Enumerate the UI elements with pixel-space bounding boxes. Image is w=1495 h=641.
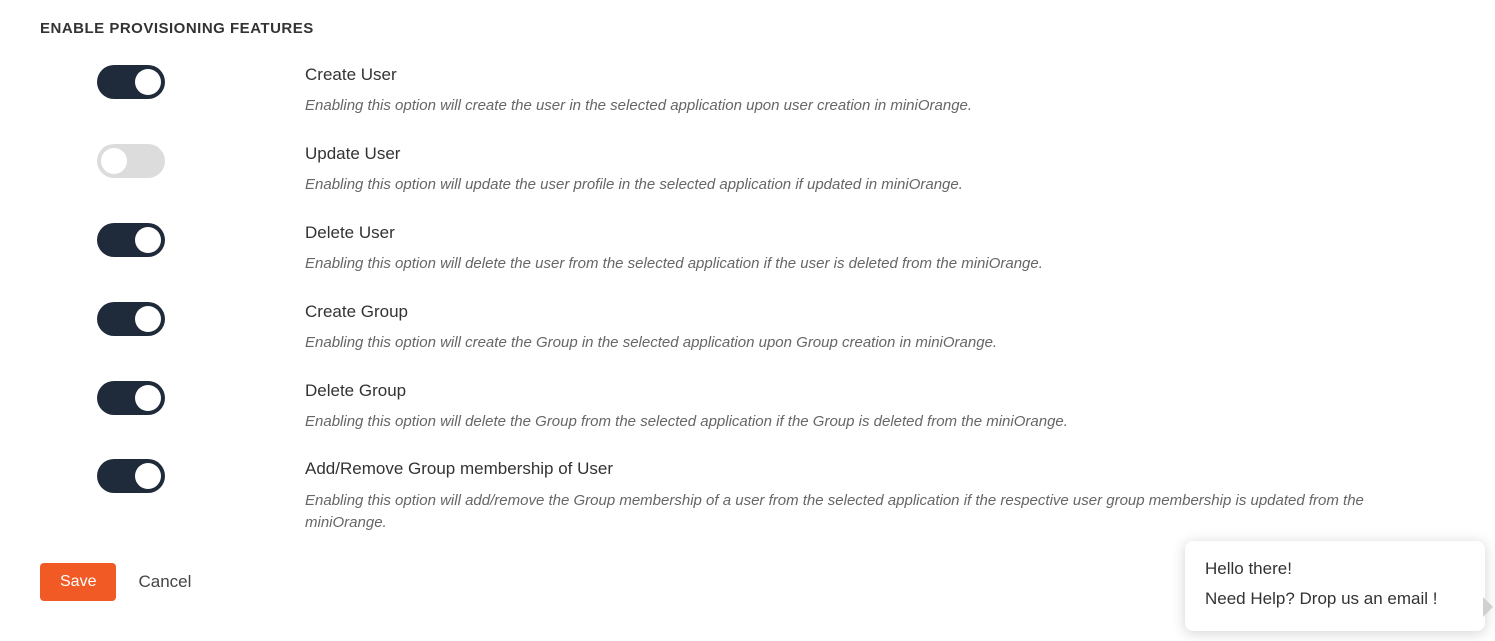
feature-description: Enabling this option will add/remove the… [305, 490, 1415, 535]
feature-row-create-user: Create User Enabling this option will cr… [40, 65, 1455, 118]
feature-description: Enabling this option will update the use… [305, 174, 1415, 197]
feature-row-create-group: Create Group Enabling this option will c… [40, 302, 1455, 355]
feature-title: Create User [305, 65, 1415, 85]
feature-description: Enabling this option will create the Gro… [305, 332, 1415, 355]
feature-row-delete-user: Delete User Enabling this option will de… [40, 223, 1455, 276]
chat-help-text: Need Help? Drop us an email ! [1205, 589, 1465, 609]
features-list: Create User Enabling this option will cr… [40, 65, 1455, 535]
toggle-update-user[interactable] [97, 144, 165, 178]
feature-row-update-user: Update User Enabling this option will up… [40, 144, 1455, 197]
feature-title: Delete Group [305, 381, 1415, 401]
toggle-delete-user[interactable] [97, 223, 165, 257]
feature-title: Add/Remove Group membership of User [305, 459, 1415, 479]
feature-description: Enabling this option will delete the use… [305, 253, 1415, 276]
toggle-delete-group[interactable] [97, 381, 165, 415]
chat-arrow-icon [1483, 597, 1493, 617]
section-title: ENABLE PROVISIONING FEATURES [40, 20, 1455, 37]
save-button[interactable]: Save [40, 563, 116, 601]
feature-description: Enabling this option will create the use… [305, 95, 1415, 118]
toggle-group-membership[interactable] [97, 459, 165, 493]
chat-popup[interactable]: Hello there! Need Help? Drop us an email… [1185, 541, 1485, 631]
feature-row-delete-group: Delete Group Enabling this option will d… [40, 381, 1455, 434]
cancel-button[interactable]: Cancel [138, 572, 191, 592]
feature-title: Delete User [305, 223, 1415, 243]
feature-title: Create Group [305, 302, 1415, 322]
feature-title: Update User [305, 144, 1415, 164]
feature-row-group-membership: Add/Remove Group membership of User Enab… [40, 459, 1455, 534]
toggle-create-group[interactable] [97, 302, 165, 336]
feature-description: Enabling this option will delete the Gro… [305, 411, 1415, 434]
toggle-create-user[interactable] [97, 65, 165, 99]
chat-greeting: Hello there! [1205, 559, 1465, 579]
